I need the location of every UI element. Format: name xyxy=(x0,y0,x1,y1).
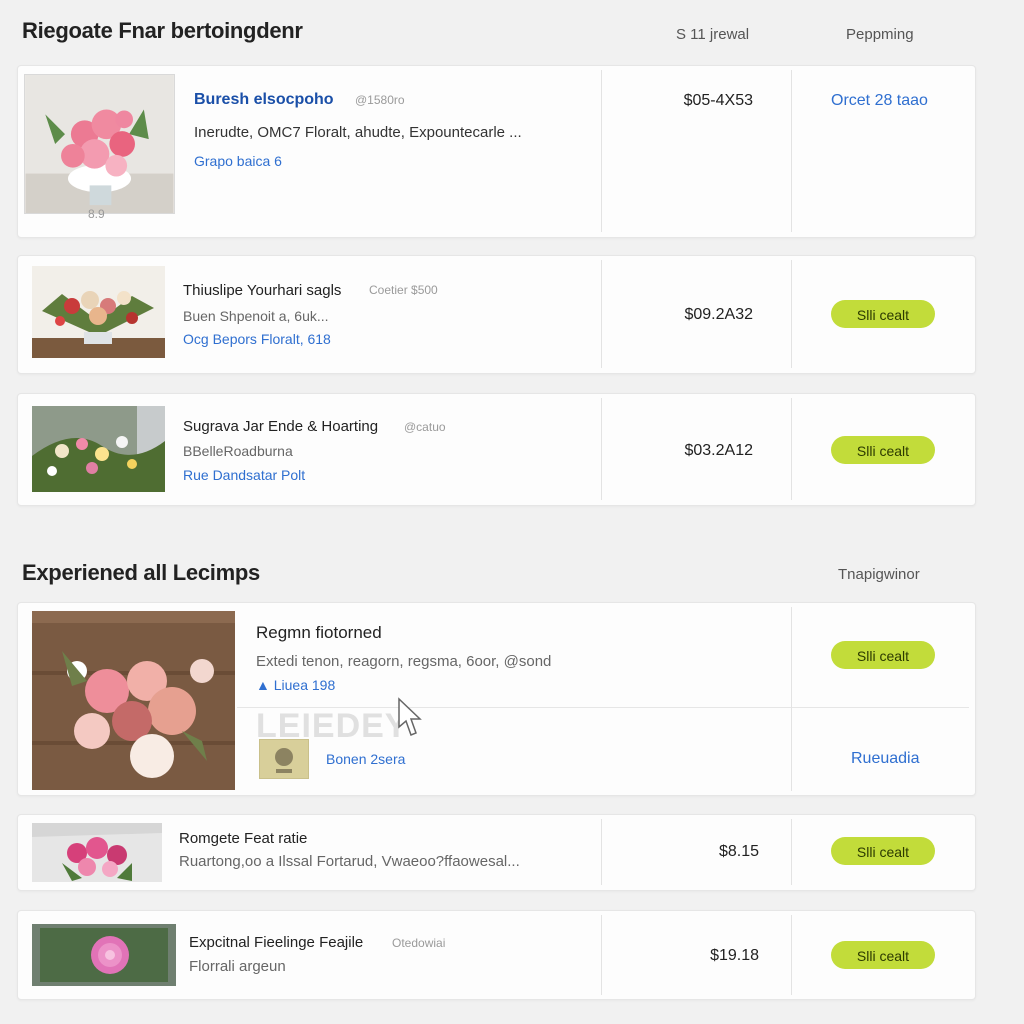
product-image[interactable] xyxy=(32,823,162,882)
column-header-price: S 11 jrewal xyxy=(676,26,750,43)
add-to-cart-button[interactable]: Slli cealt xyxy=(831,837,935,865)
list-item[interactable]: Sugrava Jar Ende & Hoarting @catuo BBell… xyxy=(17,393,976,506)
item-tag: Otedowiai xyxy=(392,936,446,950)
list-item[interactable]: Thiuslipe Yourhari sagls Coetier $500 Bu… xyxy=(17,255,976,374)
column-divider xyxy=(791,70,792,232)
item-description: Extedi tenon, reagorn, regsma, 6oor, @so… xyxy=(256,653,552,670)
item-link-label: Liuea 198 xyxy=(273,677,336,693)
image-caption: 8.9 xyxy=(88,207,105,221)
rose-bouquet-image xyxy=(32,611,235,790)
sub-link[interactable]: Bonen 2sera xyxy=(326,751,405,767)
product-image[interactable] xyxy=(32,266,165,358)
item-description: Buen Shpenoit a, 6uk... xyxy=(183,308,329,324)
item-title-link[interactable]: Buresh elsocpoho xyxy=(194,91,334,109)
pink-flowers-image xyxy=(32,823,162,882)
item-description: Ruartong,oo a Ilssal Fortarud, Vwaeoo?ff… xyxy=(179,853,520,870)
item-link[interactable]: ▲ Liuea 198 xyxy=(256,677,335,693)
product-image[interactable] xyxy=(24,74,175,214)
item-tag: @catuo xyxy=(404,420,446,434)
item-description: Inerudte, OMC7 Floralt, ahudte, Expounte… xyxy=(194,124,522,141)
item-price: $05-4X53 xyxy=(683,92,753,109)
item-title[interactable]: Romgete Feat ratie xyxy=(179,830,307,847)
item-tag: @1580ro xyxy=(355,93,405,107)
add-to-cart-button[interactable]: Slli cealt xyxy=(831,436,935,464)
item-price: $19.18 xyxy=(710,947,759,964)
item-link[interactable]: Ocg Bepors Floralt, 618 xyxy=(183,331,331,347)
item-price: $09.2A32 xyxy=(684,306,753,323)
column-divider xyxy=(791,607,792,791)
item-link[interactable]: Grapo baica 6 xyxy=(194,153,282,169)
column-divider xyxy=(601,819,602,885)
column-divider xyxy=(601,398,602,500)
product-image[interactable] xyxy=(32,924,176,986)
item-title[interactable]: Sugrava Jar Ende & Hoarting xyxy=(183,418,378,435)
video-thumbnail-icon[interactable] xyxy=(259,739,309,779)
pointer-cursor-icon xyxy=(395,697,425,743)
column-header-action: Tnapigwinor xyxy=(838,566,920,583)
add-to-cart-button[interactable]: Slli cealt xyxy=(831,300,935,328)
list-item[interactable]: Expcitnal Fieelinge Feajile Otedowiai Fl… xyxy=(17,910,976,1000)
column-divider xyxy=(791,819,792,885)
column-divider xyxy=(601,260,602,368)
list-item-featured[interactable]: Regmn fiotorned Extedi tenon, reagorn, r… xyxy=(17,602,976,796)
add-to-cart-button[interactable]: Slli cealt xyxy=(831,941,935,969)
item-title[interactable]: Regmn fiotorned xyxy=(256,623,382,643)
item-link[interactable]: Rue Dandsatar Polt xyxy=(183,467,305,483)
section-title: Riegoate Fnar bertoingdenr xyxy=(22,18,303,43)
garden-flowers-image xyxy=(32,406,165,492)
list-item[interactable]: 8.9 Buresh elsocpoho @1580ro Inerudte, O… xyxy=(17,65,976,238)
section-title: Experiened all Lecimps xyxy=(22,560,260,585)
column-divider xyxy=(791,260,792,368)
column-divider xyxy=(601,70,602,232)
item-price: $8.15 xyxy=(718,843,759,860)
column-divider xyxy=(791,915,792,995)
side-link[interactable]: Rueuadia xyxy=(851,750,920,768)
item-title[interactable]: Expcitnal Fieelinge Feajile xyxy=(189,934,363,951)
column-header-action: Peppming xyxy=(846,26,914,43)
item-title[interactable]: Thiuslipe Yourhari sagls xyxy=(183,282,341,299)
order-link[interactable]: Orcet 28 taao xyxy=(831,92,928,110)
product-image[interactable] xyxy=(32,611,235,790)
item-price: $03.2A12 xyxy=(684,442,753,459)
item-description: BBelleRoadburna xyxy=(183,443,293,459)
flower-arrangement-image xyxy=(32,266,165,358)
item-description: Florrali argeun xyxy=(189,958,286,975)
product-image[interactable] xyxy=(32,406,165,492)
thumbs-up-icon: ▲ xyxy=(256,677,270,693)
column-divider xyxy=(791,398,792,500)
item-tag: Coetier $500 xyxy=(369,283,438,297)
column-divider xyxy=(601,915,602,995)
dahlia-flower-image xyxy=(32,924,176,986)
flower-bouquet-image xyxy=(25,75,174,213)
list-item[interactable]: Romgete Feat ratie Ruartong,oo a Ilssal … xyxy=(17,814,976,891)
add-to-cart-button[interactable]: Slli cealt xyxy=(831,641,935,669)
